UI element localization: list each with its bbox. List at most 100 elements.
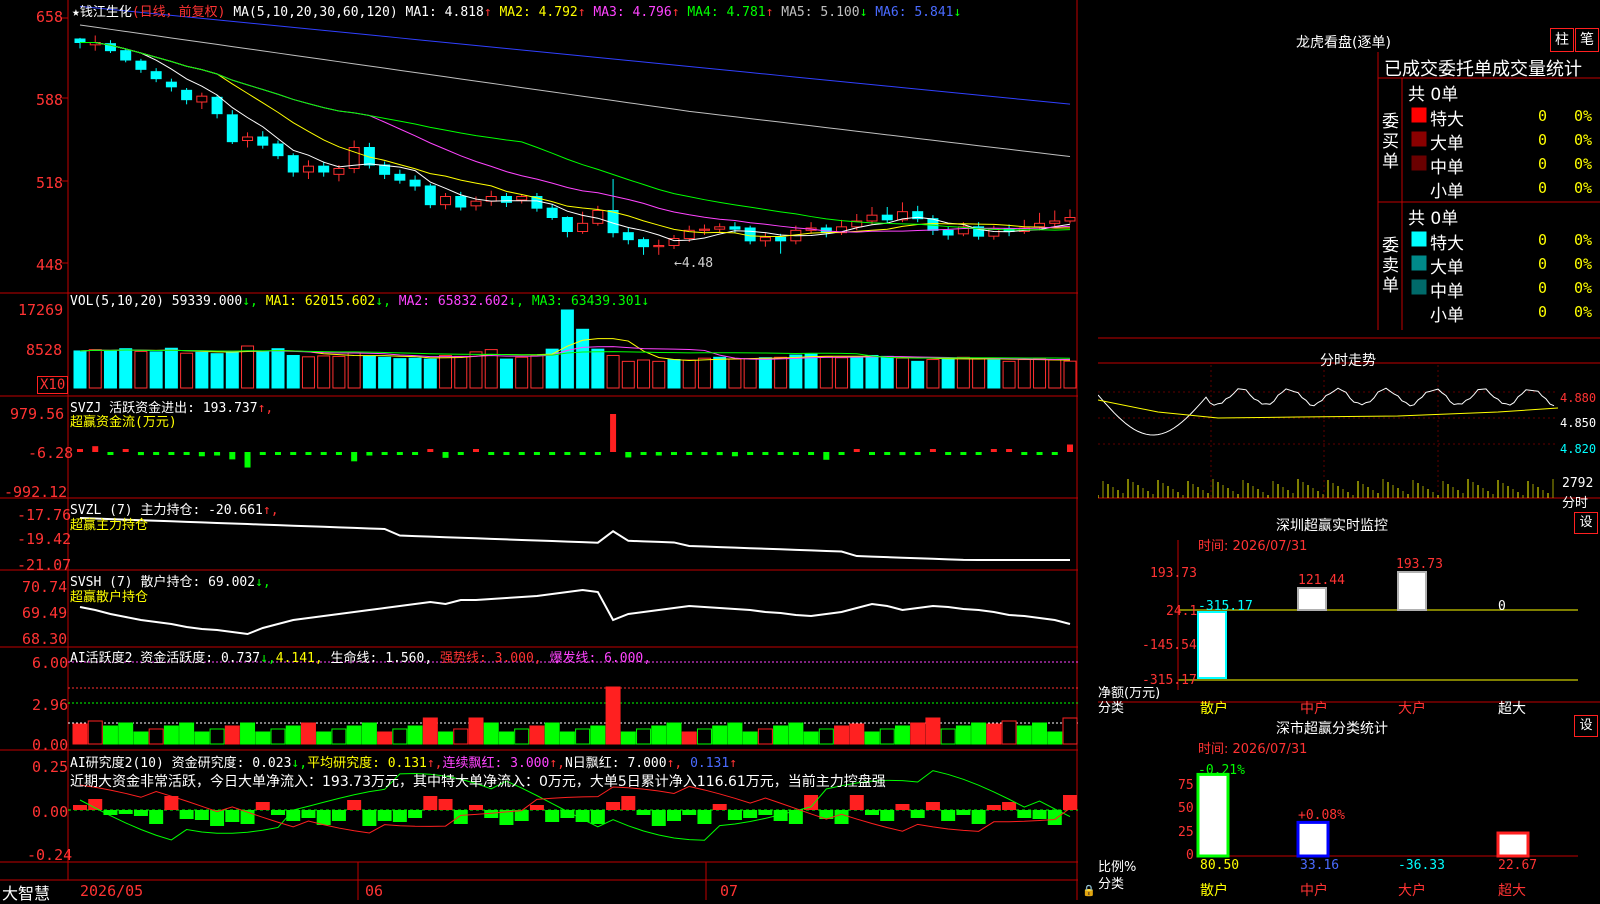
row-label: 特大 bbox=[1430, 110, 1464, 130]
candle-body bbox=[226, 114, 238, 143]
research-bar bbox=[1032, 810, 1047, 819]
money-flow-bar bbox=[137, 452, 144, 456]
up-arrow-icon: ↑ bbox=[577, 5, 594, 20]
activity-bar bbox=[468, 717, 484, 745]
sz-stat-settings-button[interactable]: 设 bbox=[1574, 715, 1598, 737]
dragon-title: 龙虎看盘(逐单) bbox=[1296, 35, 1391, 51]
sz-bar bbox=[1197, 611, 1227, 679]
sz-value-label: 0 bbox=[1498, 599, 1506, 614]
ma-value-2: MA2: 4.792 bbox=[499, 5, 578, 20]
vol-unit-label: X10 bbox=[37, 376, 69, 394]
sz-monitor-axis-label: 193.73 bbox=[1150, 566, 1197, 581]
volume-bar bbox=[743, 358, 757, 389]
volume-bar bbox=[408, 357, 422, 389]
research-bar bbox=[1063, 795, 1077, 810]
lock-icon[interactable]: 🔒 bbox=[1082, 884, 1096, 897]
candle-body bbox=[409, 179, 421, 187]
activity-bar bbox=[118, 722, 134, 745]
activity-bar bbox=[864, 731, 880, 745]
activity-bar bbox=[894, 725, 910, 745]
sz-stat-time: 时间: 2026/07/31 bbox=[1198, 742, 1308, 757]
candle-body bbox=[866, 214, 878, 222]
activity-bar bbox=[590, 725, 606, 745]
volume-bar bbox=[774, 356, 788, 389]
money-flow-bar bbox=[640, 452, 647, 455]
volume-bar bbox=[758, 357, 772, 389]
money-flow-bar bbox=[229, 452, 236, 460]
research-bar bbox=[514, 810, 529, 821]
candle-body bbox=[394, 173, 406, 181]
activity-bar bbox=[559, 731, 575, 745]
research-bar bbox=[606, 802, 621, 810]
legend-swatch bbox=[1411, 231, 1427, 247]
money-flow-bar bbox=[412, 452, 419, 455]
volume-bar bbox=[499, 358, 513, 389]
money-flow-bar bbox=[1036, 452, 1043, 455]
sz-stat-category: 超大 bbox=[1498, 883, 1526, 899]
stock-name[interactable]: 钱江生化 bbox=[80, 5, 132, 20]
candle-body bbox=[988, 228, 1000, 237]
tick-mode-button[interactable]: 笔 bbox=[1575, 28, 1599, 52]
sz-monitor-axis-label: -145.54 bbox=[1142, 638, 1197, 653]
main-chart-area[interactable]: ★钱江生化(日线，前复权) MA(5,10,20,30,60,120) MA1:… bbox=[0, 0, 1096, 903]
activity-bar bbox=[620, 731, 636, 745]
volume-bar bbox=[850, 356, 864, 389]
activity-bar bbox=[605, 686, 621, 745]
volume-bar bbox=[1033, 358, 1047, 389]
sell-total: 共 0单 bbox=[1408, 209, 1459, 229]
date-label: 06 bbox=[365, 882, 384, 900]
ai-active-header: AI活跃度2 资金活跃度: 0.737↓,4.141, 生命线: 1.560, … bbox=[70, 647, 651, 666]
research-bar bbox=[651, 810, 666, 826]
sz-value-label: -315.17 bbox=[1198, 599, 1253, 614]
sz-stat-bar bbox=[1296, 820, 1330, 858]
sz-monitor-settings-button[interactable]: 设 bbox=[1574, 512, 1598, 534]
activity-bar bbox=[331, 728, 347, 745]
ma-header: MA(5,10,20,30,60,120) bbox=[233, 5, 398, 20]
candle-body bbox=[744, 227, 756, 242]
dragon-tab-header[interactable]: 已成交委托单成交量统计 bbox=[1384, 55, 1582, 81]
activity-bar bbox=[1047, 731, 1063, 745]
research-bar bbox=[301, 810, 316, 818]
legend-swatch bbox=[1411, 303, 1427, 319]
ai-research-comment: 近期大资金非常活跃，今日大单净流入：193.73万元，其中特大单净流入：0万元，… bbox=[70, 774, 886, 790]
up-arrow-icon: ↑, bbox=[426, 756, 443, 771]
volume-bar bbox=[332, 355, 346, 389]
research-bar bbox=[667, 810, 681, 821]
money-flow-bar bbox=[914, 452, 921, 455]
research-bar bbox=[727, 810, 742, 820]
intraday-title[interactable]: 分时走势 bbox=[1320, 350, 1376, 370]
volume-bar bbox=[1048, 359, 1062, 389]
activity-bar bbox=[773, 725, 789, 745]
down-arrow-icon: ↓, bbox=[242, 294, 258, 309]
ai-research-red-days: 连续飘红: 3.000 bbox=[442, 756, 550, 771]
candle-body bbox=[516, 196, 528, 201]
volume-bar bbox=[103, 350, 117, 389]
svzl-line bbox=[79, 517, 1070, 561]
candle-body bbox=[242, 136, 254, 141]
volume-bar bbox=[606, 354, 620, 389]
research-bar bbox=[469, 805, 483, 810]
money-flow-bar bbox=[153, 452, 160, 455]
candle-body bbox=[942, 229, 954, 236]
activity-bar bbox=[955, 725, 971, 745]
money-flow-bar bbox=[808, 452, 815, 455]
date-label: 2026/05 bbox=[80, 882, 144, 900]
volume-bar bbox=[667, 359, 681, 389]
vol-value: 59339.000 bbox=[171, 294, 243, 309]
research-bar bbox=[438, 799, 453, 810]
money-flow-bar bbox=[183, 452, 190, 455]
ai-active-value2: 4.141, bbox=[275, 651, 323, 666]
money-flow-bar bbox=[244, 452, 251, 468]
bar-mode-button[interactable]: 柱 bbox=[1550, 28, 1574, 52]
legend-swatch bbox=[1411, 107, 1427, 123]
brand-label[interactable]: 大智慧 bbox=[2, 880, 50, 904]
svzl-subtitle: 超赢主力持仓 bbox=[70, 518, 149, 533]
money-flow-bar bbox=[625, 452, 632, 458]
ma-value-5: MA5: 5.100 bbox=[781, 5, 860, 20]
money-flow-bar bbox=[320, 452, 327, 455]
volume-bar bbox=[804, 353, 818, 389]
row-count: 0 bbox=[1538, 131, 1548, 149]
research-bar bbox=[210, 810, 225, 826]
ma-values: MA1: 4.818↑ MA2: 4.792↑ MA3: 4.796↑ MA4:… bbox=[406, 5, 962, 20]
row-count: 0 bbox=[1538, 255, 1548, 273]
